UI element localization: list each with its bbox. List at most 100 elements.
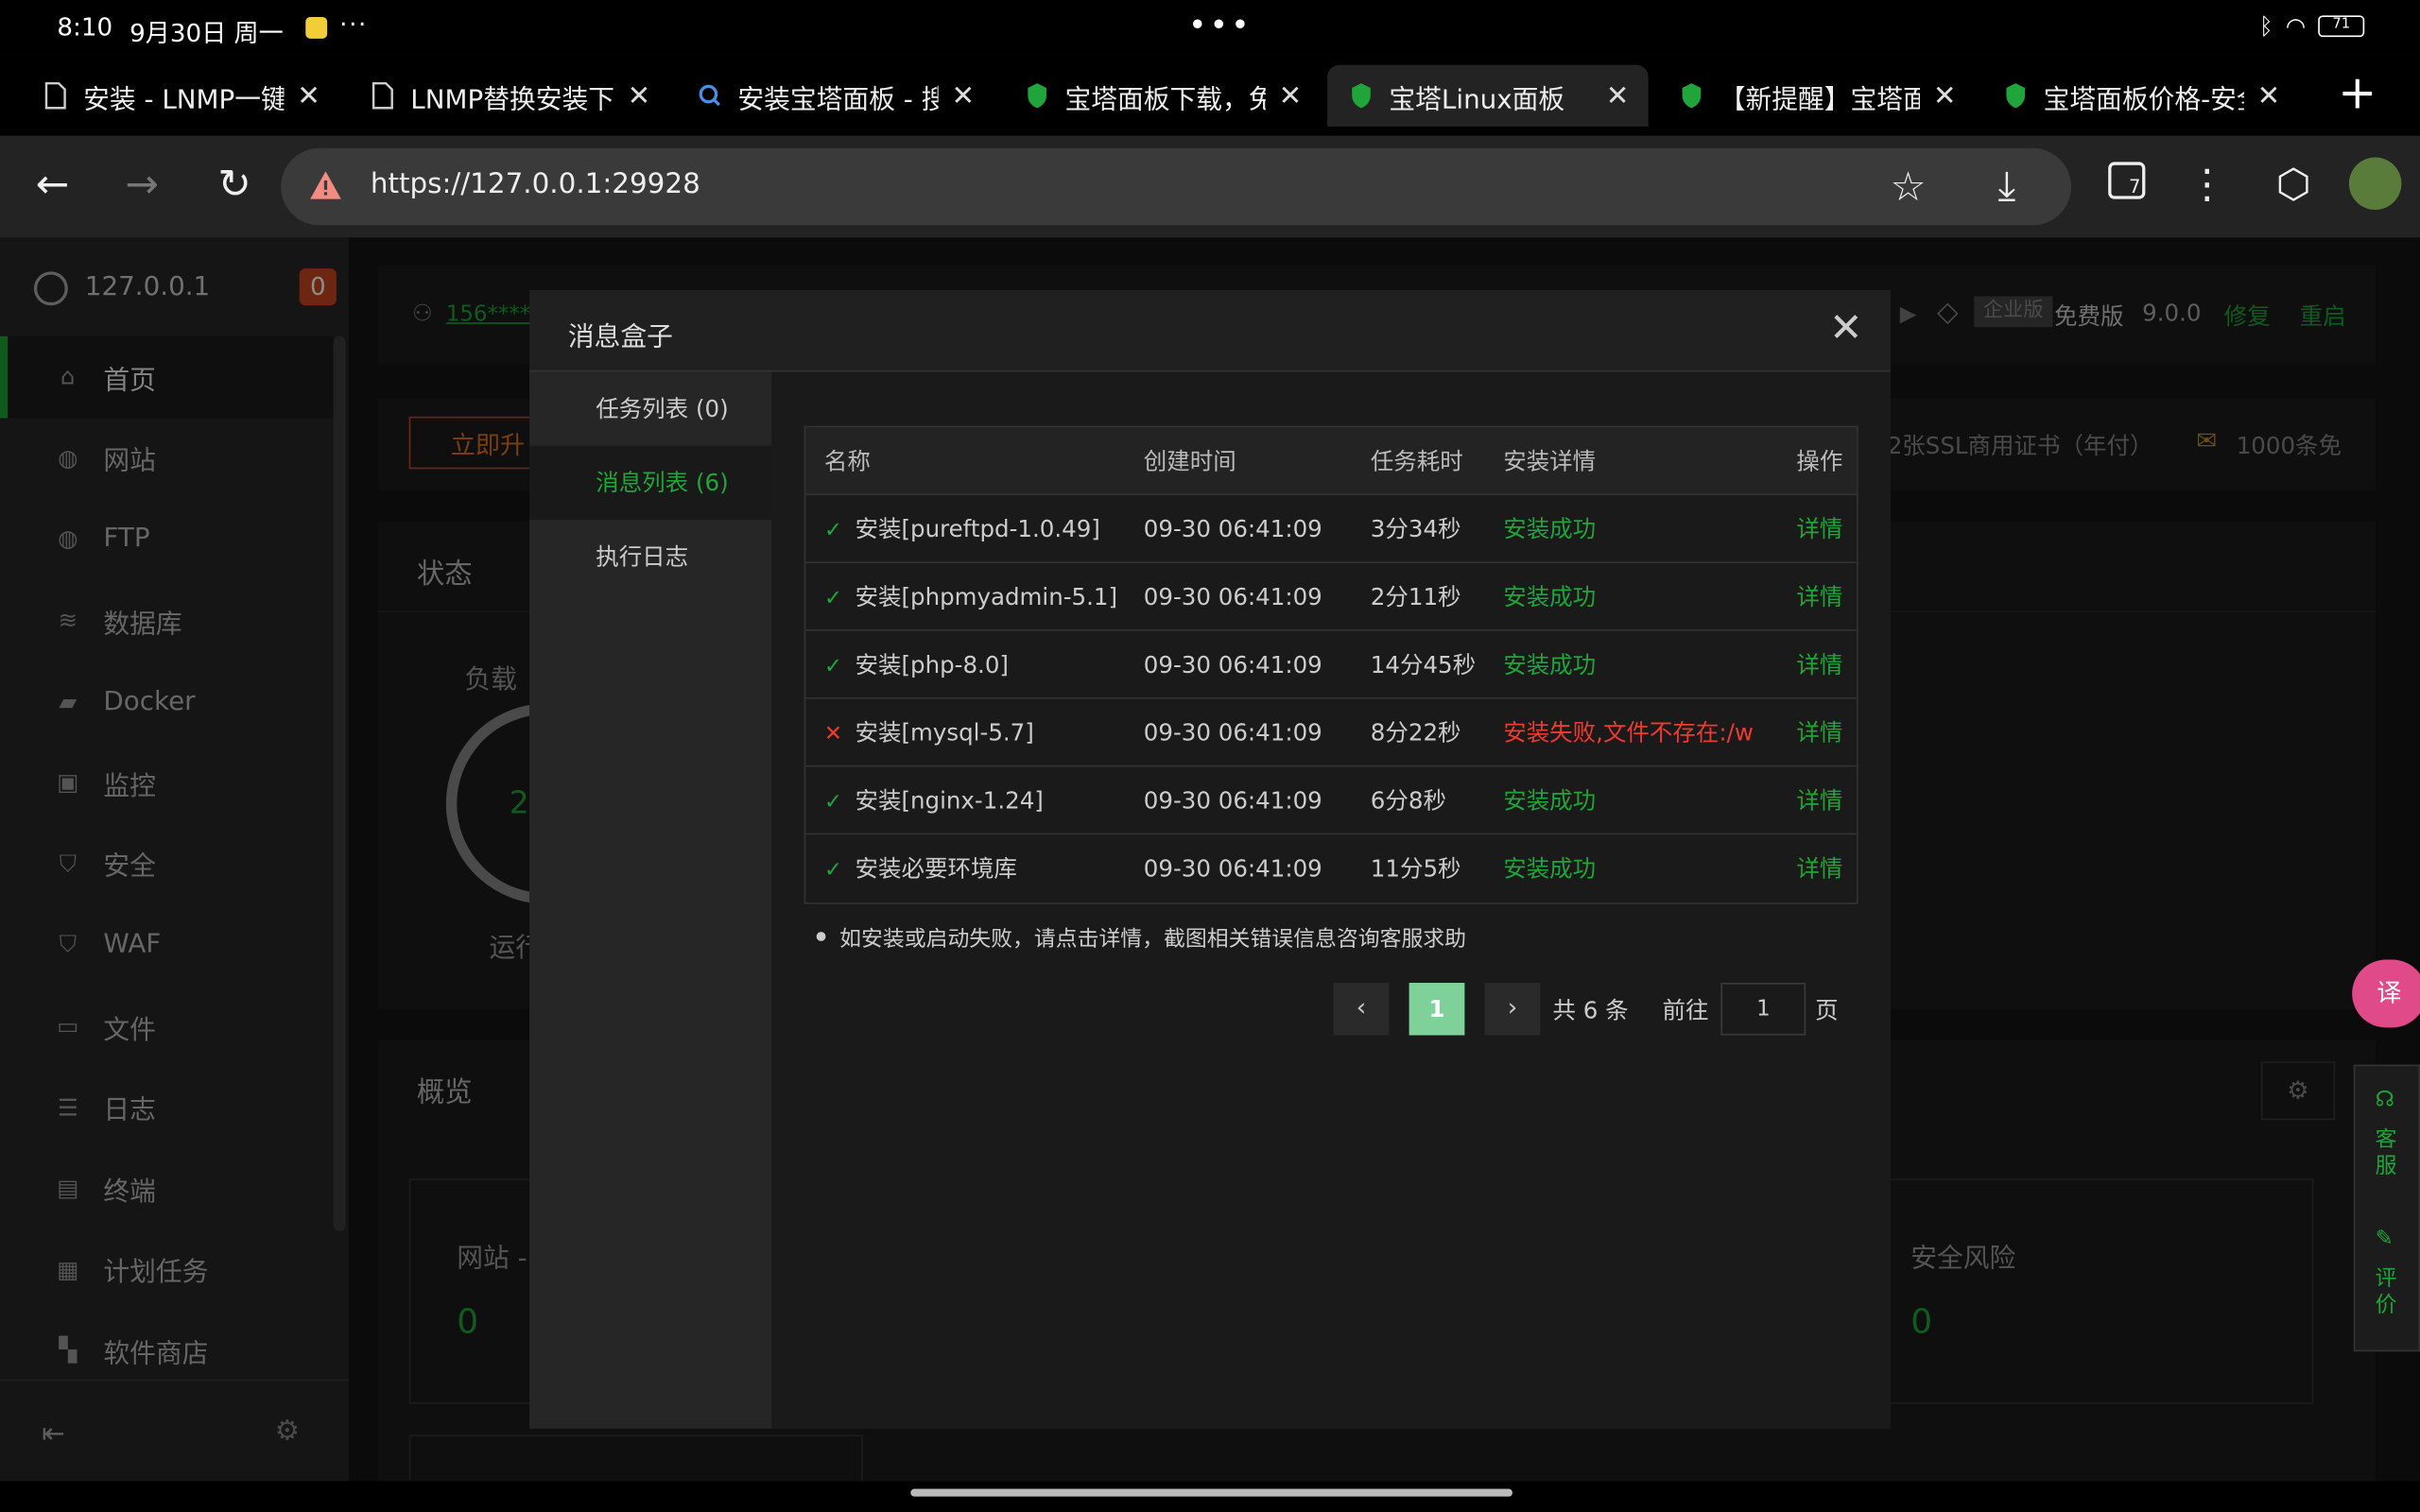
not-secure-warning-icon[interactable] xyxy=(309,168,343,202)
address-bar[interactable]: https://127.0.0.1:29928 ☆ ⤓ xyxy=(281,147,2072,226)
goto-page-input[interactable]: 1 xyxy=(1720,982,1806,1036)
table-row: ✓ 安装[php-8.0] 09-30 06:41:09 14分45秒 安装成功 … xyxy=(805,631,1858,699)
close-icon[interactable]: ✕ xyxy=(1602,79,1634,112)
reload-button[interactable]: ↻ xyxy=(207,158,263,214)
translate-button[interactable]: 译 xyxy=(2352,959,2420,1028)
tab-switcher-button[interactable]: 7 xyxy=(2099,158,2154,214)
close-icon[interactable]: ✕ xyxy=(624,79,655,112)
headset-icon: ☊ xyxy=(2375,1088,2394,1113)
browser-tab-6[interactable]: 【新提醒】宝塔面 ✕ xyxy=(1657,65,1975,127)
table-header: 名称 创建时间 任务耗时 安装详情 操作 xyxy=(805,427,1858,496)
next-page-chevron-right-icon[interactable]: › xyxy=(1484,982,1541,1036)
col-detail: 安装详情 xyxy=(1503,447,1597,475)
cross-icon: ✕ xyxy=(823,722,842,747)
review-link[interactable]: 评价 xyxy=(2376,1266,2400,1319)
row-name: ✓ 安装必要环境库 xyxy=(824,834,1133,902)
check-icon: ✓ xyxy=(823,789,842,816)
tab-message-list[interactable]: 消息列表 (6) xyxy=(528,445,772,521)
bookmark-star-icon[interactable]: ☆ xyxy=(1890,165,1926,212)
check-icon: ✓ xyxy=(823,586,842,611)
detail-link[interactable]: 详情 xyxy=(1796,631,1852,699)
floating-service-panel: ☊ 客服 ✎ 评价 xyxy=(2353,1064,2420,1352)
detail-link[interactable]: 详情 xyxy=(1796,495,1852,563)
browser-tab-4[interactable]: 宝塔面板下载，免 ✕ xyxy=(1003,65,1321,127)
help-tip: 如安装或启动失败，请点击详情，截图相关错误信息咨询客服求助 xyxy=(817,922,1466,954)
close-icon[interactable]: ✕ xyxy=(1829,305,1863,352)
row-duration: 2分11秒 xyxy=(1370,583,1461,611)
browser-tab-5-active[interactable]: 宝塔Linux面板 ✕ xyxy=(1327,64,1649,127)
extension-cube-icon[interactable]: ⬡ xyxy=(2266,158,2322,214)
bt-shield-icon xyxy=(1682,83,1702,109)
check-icon: ✓ xyxy=(823,654,842,679)
row-result: 安装失败,文件不存在:/ww xyxy=(1503,718,1754,747)
detail-link[interactable]: 详情 xyxy=(1796,834,1852,902)
browser-toolbar: ← → ↻ https://127.0.0.1:29928 ☆ ⤓ 7 ⋮ ⬡ xyxy=(0,135,2420,238)
download-icon[interactable]: ⤓ xyxy=(1997,163,2015,212)
detail-link[interactable]: 详情 xyxy=(1796,766,1852,834)
row-result: 安装成功 xyxy=(1503,515,1597,543)
bt-shield-icon xyxy=(1028,83,1046,109)
window-handle[interactable]: ••• xyxy=(1188,7,1253,43)
tab-strip: 安装 - LNMP一键 ✕ LNMP替换安装下 ✕ 安装宝塔面板 - 搜 ✕ 宝… xyxy=(0,55,2420,136)
tab-title: 宝塔面板下载，免 xyxy=(1064,83,1266,115)
table-row: ✓ 安装必要环境库 09-30 06:41:09 11分5秒 安装成功 详情 xyxy=(805,834,1857,902)
row-time: 09-30 06:41:09 xyxy=(1143,718,1322,747)
search-icon xyxy=(699,84,720,107)
url-text[interactable]: https://127.0.0.1:29928 xyxy=(371,168,700,200)
browser-tab-1[interactable]: 安装 - LNMP一键 ✕ xyxy=(22,65,339,127)
message-table: 名称 创建时间 任务耗时 安装详情 操作 ✓ 安装[pureftpd-1.0.49… xyxy=(804,425,1858,904)
tab-title: 宝塔Linux面板 xyxy=(1389,83,1565,115)
bt-shield-icon xyxy=(2006,83,2026,109)
tab-task-list[interactable]: 任务列表 (0) xyxy=(529,371,771,445)
pagination: ‹ 1 › 共 6 条 前往 1 页 xyxy=(1333,982,1839,1036)
current-page[interactable]: 1 xyxy=(1409,982,1465,1036)
menu-kebab-icon[interactable]: ⋮ xyxy=(2179,158,2235,214)
goto-label: 前往 xyxy=(1662,995,1709,1024)
bluetooth-icon: ᛒ xyxy=(2259,12,2273,41)
row-result: 安装成功 xyxy=(1503,786,1597,816)
clock: 8:10 xyxy=(57,12,113,43)
tab-title: 【新提醒】宝塔面 xyxy=(1719,83,1921,115)
row-name: ✕ 安装[mysql-5.7] xyxy=(824,699,1133,767)
row-time: 09-30 06:41:09 xyxy=(1143,515,1322,543)
bt-shield-icon xyxy=(1352,83,1371,109)
forward-button[interactable]: → xyxy=(114,158,170,214)
system-status-bar: 8:10 9月30日 周一 ··· ••• ᛒ ◠ 71 xyxy=(0,0,2420,56)
close-icon[interactable]: ✕ xyxy=(293,79,324,112)
row-result: 安装成功 xyxy=(1503,854,1597,883)
row-time: 09-30 06:41:09 xyxy=(1143,854,1322,883)
browser-tab-3[interactable]: 安装宝塔面板 - 搜 ✕ xyxy=(676,65,994,127)
back-button[interactable]: ← xyxy=(25,158,80,214)
close-icon[interactable]: ✕ xyxy=(1929,79,1961,112)
row-result: 安装成功 xyxy=(1503,650,1597,679)
prev-page-chevron-left-icon[interactable]: ‹ xyxy=(1333,982,1390,1036)
browser-tab-7[interactable]: 宝塔面板价格-安全 ✕ xyxy=(1981,65,2299,127)
close-icon[interactable]: ✕ xyxy=(947,79,978,112)
home-indicator[interactable] xyxy=(910,1488,1512,1497)
close-icon[interactable]: ✕ xyxy=(2254,79,2285,112)
message-box-dialog: 消息盒子 ✕ 任务列表 (0) 消息列表 (6) 执行日志 名称 创建时间 任务… xyxy=(528,289,1891,1429)
dialog-body: 名称 创建时间 任务耗时 安装详情 操作 ✓ 安装[pureftpd-1.0.49… xyxy=(771,371,1891,1429)
page-icon xyxy=(372,81,393,110)
new-tab-button[interactable]: + xyxy=(2338,70,2377,117)
tab-title: LNMP替换安装下 xyxy=(410,83,614,115)
tab-execution-log[interactable]: 执行日志 xyxy=(529,520,771,593)
total-count: 共 6 条 xyxy=(1552,995,1629,1024)
customer-service-link[interactable]: 客服 xyxy=(2376,1127,2400,1180)
row-name-text: 安装[pureftpd-1.0.49] xyxy=(855,515,1100,543)
date: 9月30日 周一 xyxy=(130,18,284,48)
row-result: 安装成功 xyxy=(1503,583,1597,611)
table-row: ✓ 安装[pureftpd-1.0.49] 09-30 06:41:09 3分34… xyxy=(805,495,1858,563)
browser-tab-2[interactable]: LNMP替换安装下 ✕ xyxy=(349,65,670,127)
row-name-text: 安装必要环境库 xyxy=(855,854,1017,883)
row-time: 09-30 06:41:09 xyxy=(1143,650,1322,679)
detail-link[interactable]: 详情 xyxy=(1796,699,1852,767)
detail-link[interactable]: 详情 xyxy=(1796,563,1852,631)
translate-label: 译 xyxy=(2377,978,2402,1008)
profile-avatar[interactable] xyxy=(2348,157,2402,211)
wifi-icon: ◠ xyxy=(2285,12,2307,41)
row-duration: 3分34秒 xyxy=(1370,515,1461,543)
table-row: ✕ 安装[mysql-5.7] 09-30 06:41:09 8分22秒 安装失败… xyxy=(805,699,1858,767)
row-name: ✓ 安装[pureftpd-1.0.49] xyxy=(824,495,1133,563)
close-icon[interactable]: ✕ xyxy=(1275,79,1306,112)
